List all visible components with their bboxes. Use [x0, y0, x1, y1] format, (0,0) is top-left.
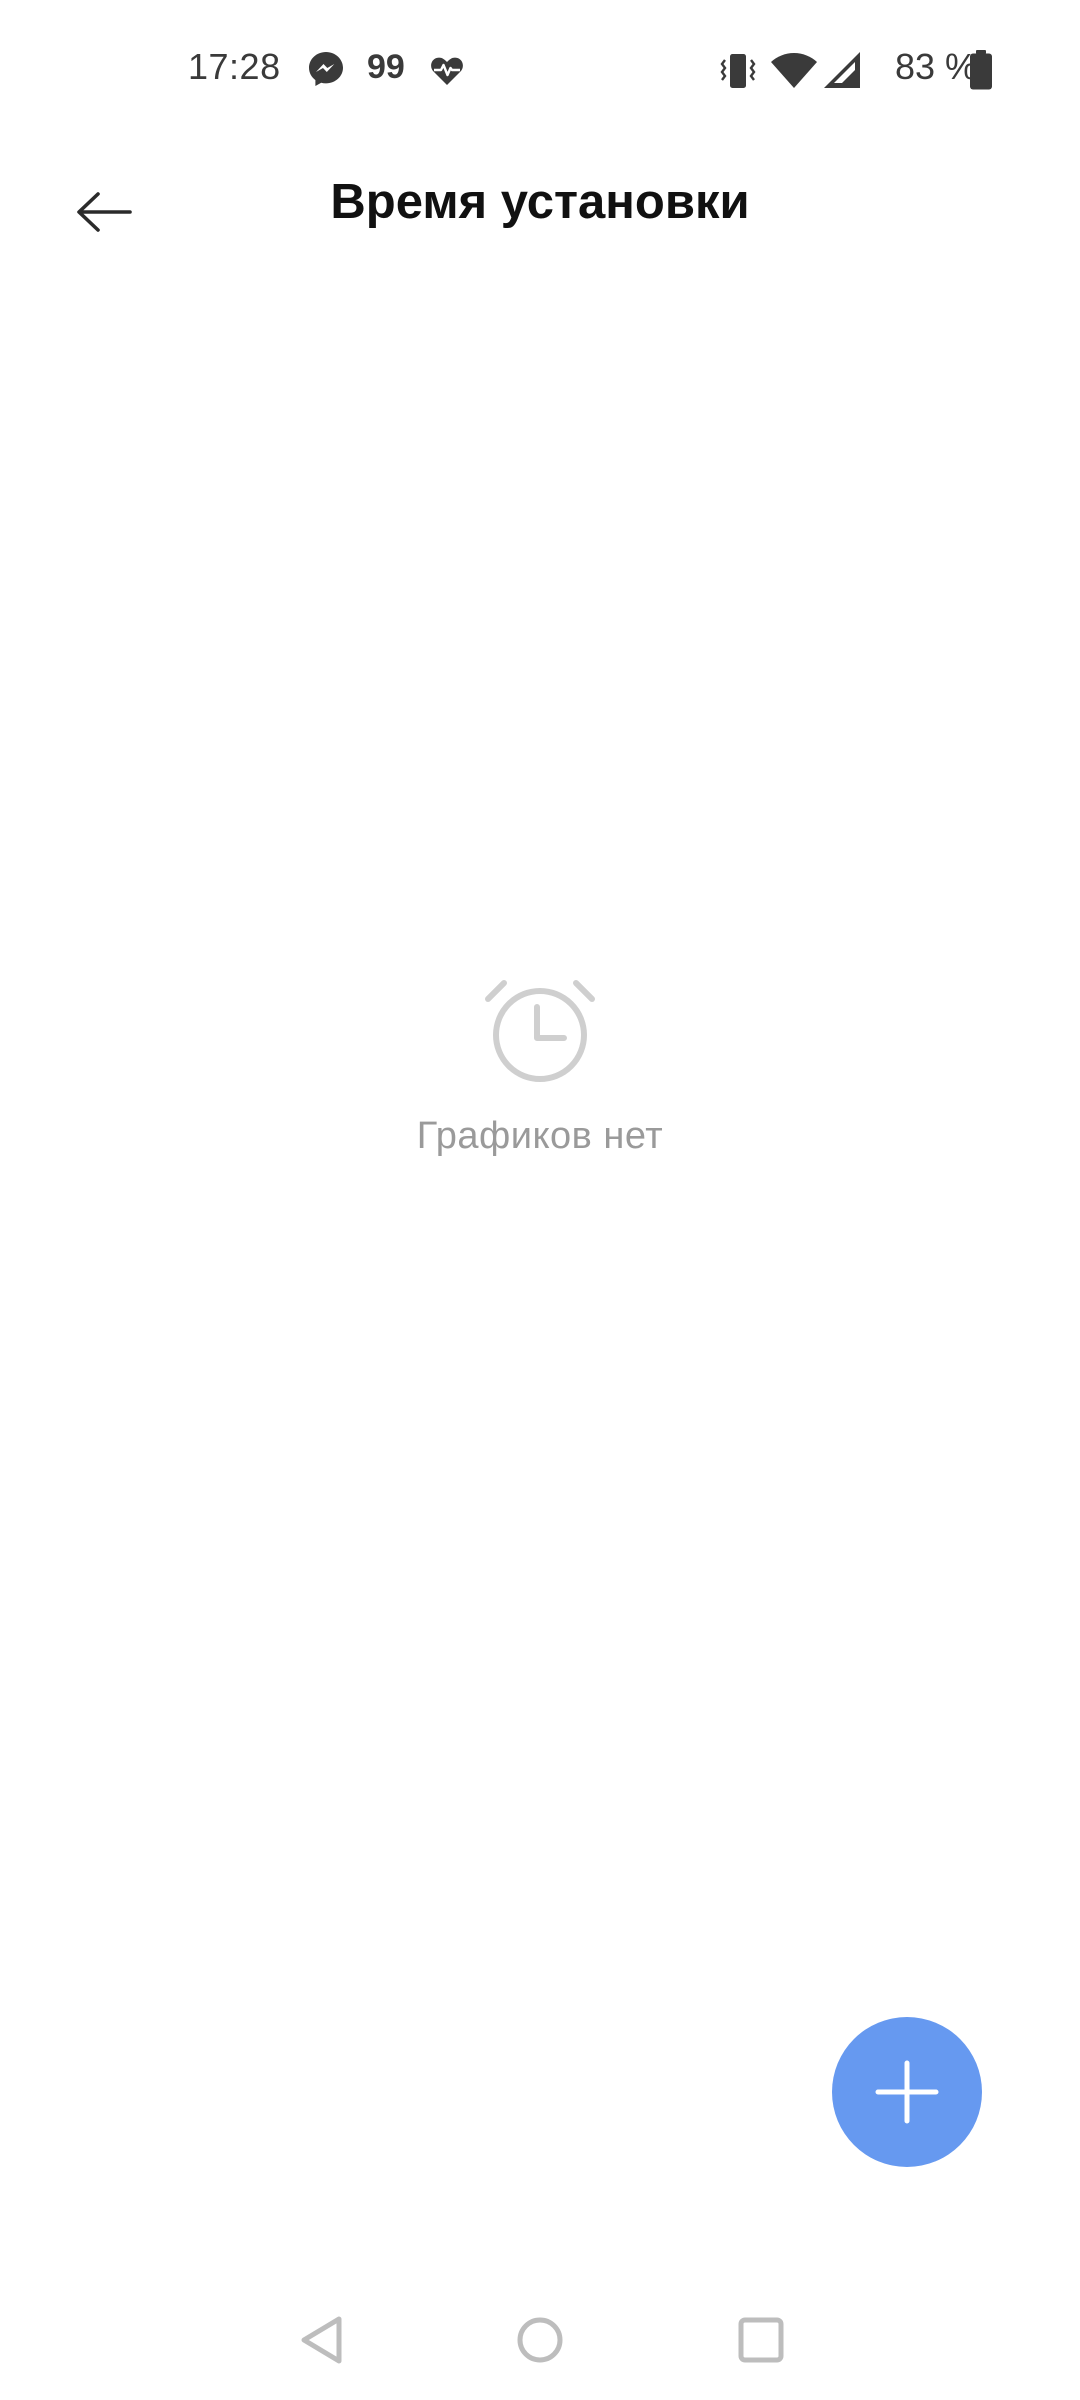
heart-pulse-icon	[431, 57, 463, 85]
screen: 17:28 99 83 % Время установки Графиков н…	[0, 0, 1080, 2400]
nav-back-button[interactable]	[283, 2300, 363, 2380]
status-bar: 17:28 99 83 %	[0, 0, 1080, 140]
empty-state: Графиков нет	[0, 975, 1080, 1158]
nav-back-icon	[301, 2316, 342, 2364]
vibrate-icon	[720, 54, 756, 88]
add-schedule-button[interactable]	[832, 2017, 982, 2167]
battery-icon	[970, 50, 992, 90]
navigation-bar	[0, 2280, 1080, 2400]
nav-recents-button[interactable]	[721, 2300, 801, 2380]
signal-icon	[824, 52, 860, 88]
alarm-clock-icon	[485, 980, 595, 1082]
status-time: 17:28	[188, 46, 281, 87]
nav-home-button[interactable]	[500, 2300, 580, 2380]
wifi-icon	[771, 53, 817, 88]
empty-state-text: Графиков нет	[416, 1115, 664, 1157]
messenger-icon	[309, 52, 343, 86]
battery-percent: 83 %	[895, 46, 978, 87]
page-title: Время установки	[330, 175, 750, 229]
nav-home-icon	[517, 2317, 563, 2363]
plus-icon	[875, 2060, 939, 2124]
nav-recents-icon	[738, 2317, 784, 2363]
app-bar: Время установки	[0, 140, 1080, 270]
notification-count: 99	[367, 48, 405, 86]
